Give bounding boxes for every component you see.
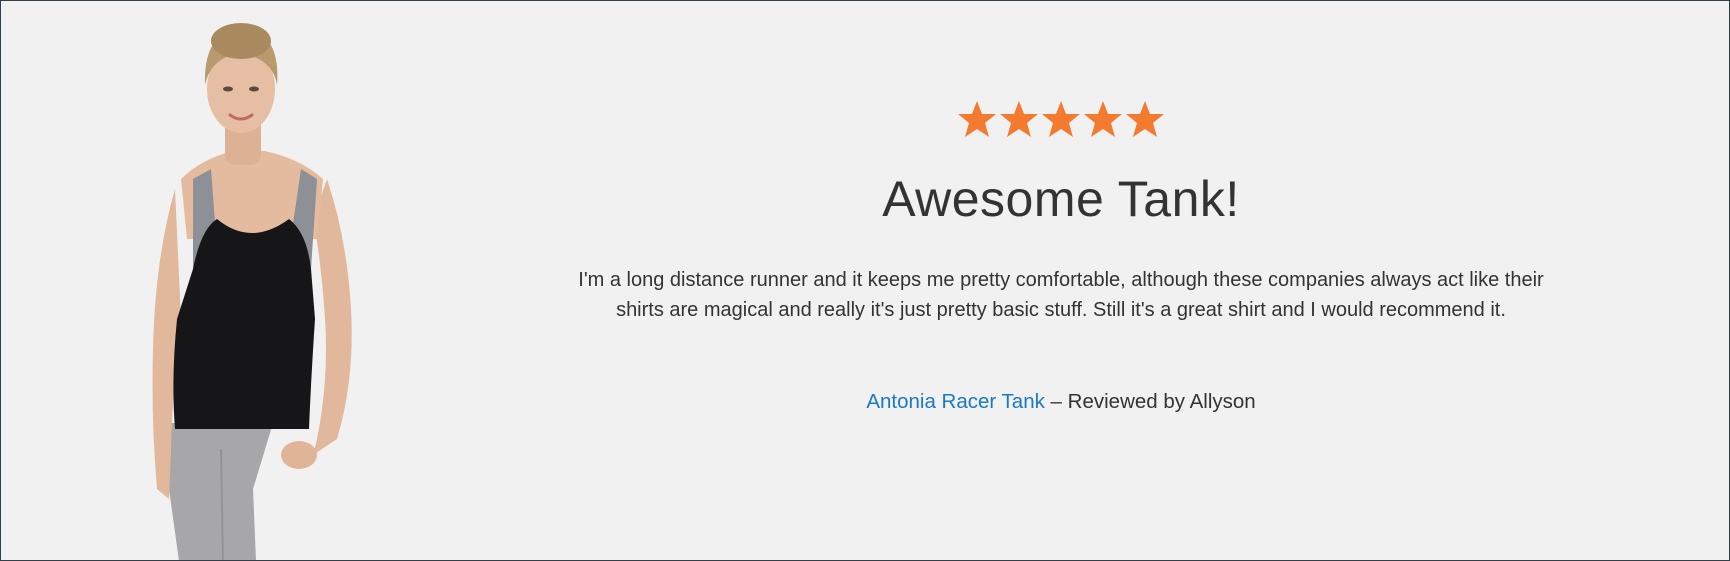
testimonial: Awesome Tank! I'm a long distance runner… xyxy=(561,1,1561,560)
reviewer-text: Reviewed by Allyson xyxy=(1067,390,1256,413)
star-icon xyxy=(1125,99,1165,139)
review-byline: Antonia Racer Tank – Reviewed by Allyson xyxy=(561,387,1561,417)
star-icon xyxy=(1041,99,1081,139)
review-title: Awesome Tank! xyxy=(882,171,1240,227)
star-icon xyxy=(957,99,997,139)
star-icon xyxy=(999,99,1039,139)
rating-stars xyxy=(561,99,1561,143)
star-icon xyxy=(1083,99,1123,139)
product-link[interactable]: Antonia Racer Tank xyxy=(866,390,1045,413)
product-model-image xyxy=(141,19,421,560)
review-text: I'm a long distance runner and it keeps … xyxy=(578,269,1544,321)
review-banner: Awesome Tank! I'm a long distance runner… xyxy=(0,0,1730,561)
byline-separator: – xyxy=(1044,390,1068,413)
